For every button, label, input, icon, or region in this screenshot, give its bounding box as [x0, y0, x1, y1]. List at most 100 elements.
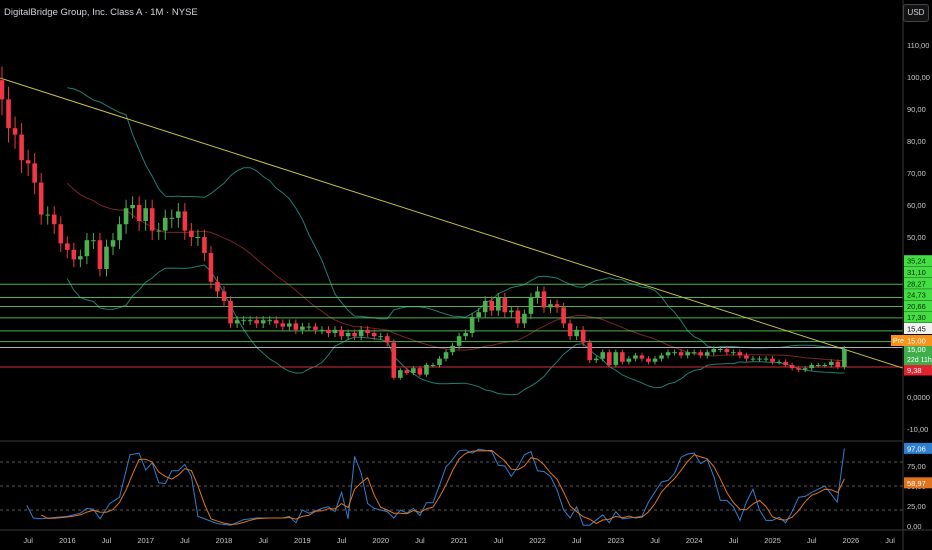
candle-down [189, 230, 194, 237]
candle-up [143, 208, 148, 221]
candle-up [176, 211, 181, 218]
candle-down [371, 333, 377, 337]
candle-up [267, 320, 273, 322]
candle-up [345, 333, 351, 337]
candle-up [398, 370, 403, 378]
level-price-label: 28,27 [907, 279, 926, 288]
candle-down [384, 336, 390, 343]
candle-up [411, 368, 416, 373]
candle-up [287, 323, 292, 327]
premarket-price-label: 15,00 [907, 337, 926, 346]
candle-up [815, 365, 821, 366]
support-price-label: 9,38 [907, 366, 922, 375]
candle-down [149, 208, 155, 231]
time-tick-label: 2018 [216, 536, 233, 545]
candle-up [711, 349, 717, 353]
time-tick-label: 2025 [764, 536, 781, 545]
candle-up [731, 352, 736, 354]
time-tick-label: Jul [23, 536, 33, 545]
candle-up [495, 297, 501, 311]
candle-down [417, 368, 423, 375]
candle-up [437, 358, 442, 365]
candle-up [319, 329, 325, 331]
time-tick-label: Jul [807, 536, 817, 545]
candle-up [104, 246, 109, 269]
time-tick-label: 2022 [529, 536, 546, 545]
candle-up [241, 320, 246, 322]
candle-down [136, 205, 142, 221]
candle-up [829, 361, 834, 365]
candle-down [0, 80, 5, 100]
candle-down [97, 240, 103, 269]
candle-up [378, 336, 384, 338]
level-price-label: 31,10 [907, 268, 926, 277]
last-price-label: 15,00 [907, 345, 926, 354]
price-tick-label: 80,00 [907, 137, 926, 146]
stoch-tick-label: 25,00 [907, 502, 926, 511]
candle-down [202, 237, 207, 253]
candle-up [84, 240, 90, 257]
level-price-label: 15,45 [907, 325, 926, 334]
candle-up [443, 352, 449, 359]
candle-down [19, 134, 24, 161]
stoch-d-value: 58,97 [907, 479, 926, 488]
price-tick-label: 50,00 [907, 233, 926, 242]
candle-up [704, 352, 710, 356]
candle-up [593, 358, 599, 361]
candle-down [71, 249, 77, 260]
candle-down [58, 224, 64, 244]
candle-up [45, 214, 51, 216]
candle-up [424, 365, 429, 375]
time-tick-label: Jul [729, 536, 739, 545]
time-tick-label: 2024 [686, 536, 703, 545]
candle-down [502, 297, 508, 313]
candle-up [822, 365, 828, 366]
candle-up [842, 349, 847, 367]
candle-down [554, 304, 560, 308]
candle-down [365, 329, 370, 333]
candle-up [162, 217, 168, 231]
candle-down [724, 349, 730, 353]
time-tick-label: 2026 [843, 536, 860, 545]
candle-up [718, 349, 723, 350]
candle-down [293, 323, 299, 330]
candle-down [744, 355, 749, 359]
candle-down [221, 291, 227, 301]
candle-down [352, 333, 357, 337]
time-tick-label: Jul [493, 536, 503, 545]
price-tick-label: -10,00 [907, 425, 928, 434]
candle-down [182, 211, 188, 231]
time-tick-label: 2019 [294, 536, 311, 545]
time-tick-label: Jul [102, 536, 112, 545]
time-tick-label: 2017 [137, 536, 154, 545]
level-price-label: 24,73 [907, 291, 926, 300]
candle-down [789, 365, 795, 369]
level-price-label: 17,30 [907, 313, 926, 322]
candle-up [110, 240, 116, 247]
time-tick-label: 2020 [372, 536, 389, 545]
candle-up [652, 358, 658, 362]
candle-up [809, 365, 815, 369]
candle-down [65, 243, 70, 250]
candle-up [691, 352, 697, 354]
candle-up [672, 352, 677, 354]
candle-down [620, 352, 625, 362]
candle-up [469, 317, 475, 333]
candle-up [306, 326, 312, 328]
price-chart[interactable]: 75,0050,0025,000,00 110,00100,0090,0080,… [0, 0, 932, 550]
candle-up [776, 361, 782, 363]
candle-up [574, 329, 579, 337]
candle-down [606, 352, 612, 365]
candle-down [489, 301, 495, 311]
currency-button[interactable]: USD [903, 4, 929, 22]
candle-up [247, 320, 253, 322]
candle-down [541, 291, 547, 308]
candle-up [548, 304, 553, 308]
price-tick-label: 60,00 [907, 201, 926, 210]
price-tick-label: 90,00 [907, 105, 926, 114]
candle-up [169, 217, 175, 219]
level-price-label: 35,24 [907, 257, 926, 266]
time-tick-label: Jul [415, 536, 425, 545]
candle-up [358, 329, 364, 337]
candle-up [195, 237, 201, 238]
